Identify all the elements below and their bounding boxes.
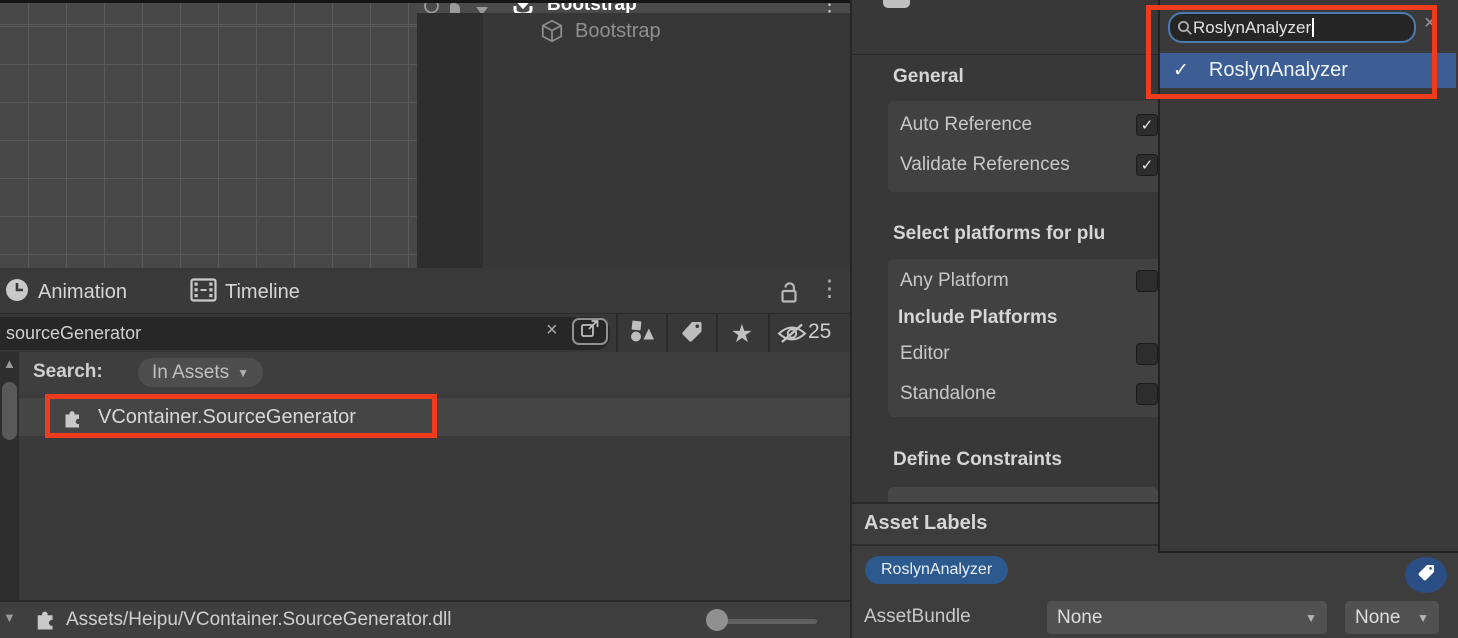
platforms-section-title: Select platforms for plu	[893, 223, 1105, 245]
define-constraints-box	[888, 487, 1158, 502]
tab-timeline-label: Timeline	[225, 281, 300, 304]
cube-icon	[539, 18, 565, 44]
define-constraints-title: Define Constraints	[893, 449, 1062, 471]
zoom-slider-track[interactable]	[717, 619, 817, 624]
search-scope-value: In Assets	[152, 362, 229, 384]
scrollbar-thumb[interactable]	[2, 382, 17, 440]
search-results-list: VContainer.SourceGenerator	[0, 394, 850, 600]
chevron-down-icon: ▼	[1417, 611, 1429, 625]
favorites-star-button[interactable]: ★	[718, 314, 766, 353]
animation-tab-bar: Animation Timeline ⋮	[0, 271, 850, 313]
assetbundle-variant-dropdown[interactable]: None ▼	[1345, 601, 1439, 634]
hidden-eye-icon[interactable]	[777, 322, 807, 350]
open-search-window-button[interactable]	[572, 318, 608, 345]
tab-animation-label: Animation	[38, 281, 127, 304]
search-result-label: VContainer.SourceGenerator	[98, 406, 356, 429]
search-scope-dropdown[interactable]: In Assets ▼	[138, 358, 263, 387]
platform-editor-checkbox[interactable]	[1136, 343, 1158, 365]
filter-by-label-button[interactable]	[668, 314, 716, 353]
validate-references-label: Validate References	[900, 154, 1070, 176]
tag-icon	[1416, 563, 1436, 588]
clock-icon	[4, 277, 30, 308]
project-search-bar: sourceGenerator ×	[0, 313, 850, 352]
search-result-row[interactable]: VContainer.SourceGenerator	[19, 398, 850, 436]
search-scope-row: Search: In Assets ▼	[0, 352, 850, 394]
assetbundle-value: None	[1057, 607, 1102, 629]
label-search-value: RoslynAnalyzer	[1193, 18, 1311, 38]
scroll-down-icon[interactable]: ▼	[3, 610, 16, 625]
scene-view-grid[interactable]	[0, 0, 417, 268]
hierarchy-panel: Bootstrap	[483, 13, 850, 268]
hidden-count: 25	[808, 320, 831, 344]
assetbundle-label: AssetBundle	[864, 606, 971, 628]
platform-standalone-label: Standalone	[900, 383, 996, 405]
zoom-slider-thumb[interactable]	[706, 609, 728, 631]
visibility-eye-icon[interactable]	[423, 2, 440, 13]
tab-timeline[interactable]: Timeline	[190, 271, 300, 313]
chevron-down-icon: ▼	[237, 366, 249, 380]
external-window-icon	[580, 320, 600, 343]
project-search-value: sourceGenerator	[6, 323, 141, 344]
any-platform-label: Any Platform	[900, 270, 1009, 292]
label-search-input[interactable]: RoslynAnalyzer	[1168, 12, 1416, 43]
foldout-arrow-icon[interactable]	[475, 3, 489, 13]
chevron-down-icon: ▼	[1305, 611, 1317, 625]
unity-editor-window: Bootstrap ⋮ Bootstrap General Auto Refer…	[0, 0, 1458, 638]
auto-reference-label: Auto Reference	[900, 114, 1032, 136]
include-platforms-title: Include Platforms	[898, 307, 1057, 329]
edit-labels-button[interactable]	[1405, 557, 1447, 593]
plugin-puzzle-icon	[63, 407, 84, 428]
auto-reference-checkbox[interactable]: ✓	[1136, 114, 1158, 136]
check-icon: ✓	[1173, 59, 1189, 82]
validate-references-checkbox[interactable]: ✓	[1136, 154, 1158, 176]
label-result-row[interactable]: ✓ RoslynAnalyzer	[1160, 53, 1456, 88]
asset-labels-title: Asset Labels	[864, 512, 987, 535]
search-icon	[1177, 20, 1193, 36]
inspector-scroll-nub	[883, 0, 910, 8]
shapes-icon	[629, 319, 655, 348]
selected-asset-path: Assets/Heipu/VContainer.SourceGenerator.…	[66, 609, 452, 631]
search-scope-label: Search:	[33, 361, 103, 383]
hierarchy-item-label[interactable]: Bootstrap	[575, 20, 661, 43]
plugin-puzzle-icon	[35, 607, 58, 635]
panel-divider	[0, 0, 850, 3]
film-icon	[190, 278, 217, 307]
vertical-scrollbar[interactable]: ▲	[0, 352, 19, 600]
assetbundle-variant-value: None	[1355, 607, 1400, 629]
unlock-icon[interactable]	[778, 280, 800, 310]
tab-animation[interactable]: Animation	[4, 271, 127, 313]
text-cursor	[1312, 18, 1314, 37]
label-search-popup: RoslynAnalyzer × ✓ RoslynAnalyzer	[1158, 0, 1458, 553]
platform-editor-label: Editor	[900, 343, 950, 365]
hierarchy-item-bootstrap[interactable]: Bootstrap	[483, 15, 850, 47]
tag-icon	[680, 320, 704, 347]
hierarchy-gutter	[417, 13, 483, 268]
general-section-title: General	[893, 66, 964, 88]
close-icon[interactable]: ×	[1424, 12, 1436, 35]
selection-path-bar: ▼ Assets/Heipu/VContainer.SourceGenerato…	[0, 600, 850, 638]
platform-standalone-checkbox[interactable]	[1136, 383, 1158, 405]
filter-by-type-button[interactable]	[618, 314, 666, 353]
asset-label-tag-text: RoslynAnalyzer	[881, 561, 992, 579]
any-platform-checkbox[interactable]	[1136, 270, 1158, 292]
kebab-menu-icon[interactable]: ⋮	[818, 275, 841, 302]
assetbundle-dropdown[interactable]: None ▼	[1047, 601, 1327, 634]
label-result-text: RoslynAnalyzer	[1209, 59, 1348, 82]
scroll-up-icon[interactable]: ▲	[3, 356, 16, 371]
toolbar-divider	[768, 314, 770, 353]
project-search-input[interactable]: sourceGenerator	[0, 317, 610, 350]
clear-search-icon[interactable]: ×	[546, 319, 558, 342]
asset-label-tag[interactable]: RoslynAnalyzer	[865, 556, 1008, 584]
